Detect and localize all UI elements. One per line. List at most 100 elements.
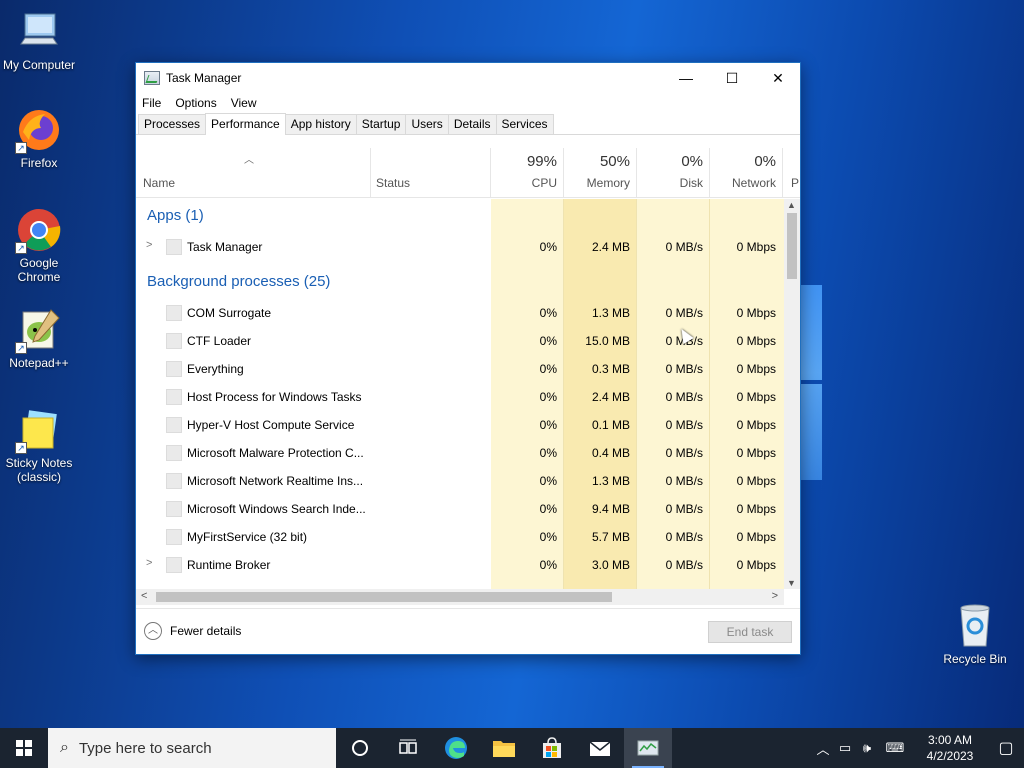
- column-header-more[interactable]: P: [783, 148, 800, 198]
- volume-icon[interactable]: 🕪: [856, 740, 878, 756]
- title-bar[interactable]: Task Manager — ☐ ✕: [136, 63, 800, 93]
- cpu-value: 0%: [539, 474, 557, 488]
- network-label: Network: [731, 176, 776, 190]
- memory-value: 2.4 MB: [591, 240, 630, 254]
- desktop-icon-chrome[interactable]: ↗ Google Chrome: [1, 206, 77, 284]
- memory-value: 0.3 MB: [591, 362, 630, 376]
- column-name-label: Name: [143, 176, 176, 190]
- search-placeholder: Type here to search: [78, 739, 212, 757]
- chevron-right-icon[interactable]: >: [146, 557, 152, 569]
- tab-startup[interactable]: Startup: [355, 114, 407, 134]
- desktop-icon-recycle-bin[interactable]: Recycle Bin: [937, 602, 1013, 666]
- table-row[interactable]: MyFirstService (32 bit) 0% 5.7 MB 0 MB/s…: [136, 523, 784, 551]
- network-value: 0 Mbps: [736, 240, 776, 254]
- menu-view[interactable]: View: [231, 96, 257, 110]
- network-value: 0 Mbps: [736, 334, 776, 348]
- minimize-button[interactable]: —: [663, 63, 709, 93]
- desktop-icon-sticky-notes[interactable]: ↗ Sticky Notes (classic): [1, 406, 77, 484]
- table-row[interactable]: Microsoft Malware Protection C... 0% 0.4…: [136, 439, 784, 467]
- process-name: Runtime Broker: [187, 558, 271, 572]
- taskbar-task-manager[interactable]: [624, 728, 672, 768]
- tab-performance[interactable]: Performance: [205, 113, 286, 135]
- keyboard-icon[interactable]: ⌨: [878, 740, 912, 756]
- column-header-memory[interactable]: 50% Memory: [564, 148, 637, 198]
- table-row[interactable]: Host Process for Windows Tasks 0% 2.4 MB…: [136, 383, 784, 411]
- network-value: 0 Mbps: [736, 418, 776, 432]
- scroll-up-icon[interactable]: ▲: [787, 200, 796, 210]
- taskbar: ⌕ Type here to search ︿ ▭ 🕪 ⌨ 3:00 AM 4/…: [0, 728, 1024, 768]
- column-header-network[interactable]: 0% Network: [710, 148, 783, 198]
- close-button[interactable]: ✕: [755, 63, 801, 93]
- vertical-scrollbar[interactable]: ▲ ▼: [784, 199, 800, 589]
- taskbar-mail[interactable]: [576, 728, 624, 768]
- desktop-icon-firefox[interactable]: ↗ Firefox: [1, 106, 77, 170]
- taskbar-file-explorer[interactable]: [480, 728, 528, 768]
- network-value: 0 Mbps: [736, 502, 776, 516]
- table-row[interactable]: Hyper-V Host Compute Service 0% 0.1 MB 0…: [136, 411, 784, 439]
- column-header-status[interactable]: Status: [371, 148, 491, 198]
- desktop-icon-notepadpp[interactable]: ↗ Notepad++: [1, 306, 77, 370]
- scroll-right-icon[interactable]: >: [772, 590, 778, 602]
- end-task-button[interactable]: End task: [708, 621, 792, 643]
- task-manager-taskbar-icon: [637, 740, 659, 756]
- process-name: Hyper-V Host Compute Service: [187, 418, 355, 432]
- group-background-header[interactable]: Background processes (25): [147, 273, 330, 290]
- process-icon: [166, 239, 182, 255]
- process-list: Apps (1) > Task Manager 0% 2.4 MB 0 MB/s…: [136, 199, 784, 589]
- tab-services[interactable]: Services: [495, 114, 554, 134]
- taskbar-store[interactable]: [528, 728, 576, 768]
- process-icon: [166, 473, 182, 489]
- shortcut-arrow-icon: ↗: [15, 342, 27, 354]
- tab-details[interactable]: Details: [447, 114, 497, 134]
- start-button[interactable]: [0, 728, 48, 768]
- chevron-right-icon[interactable]: >: [146, 239, 152, 251]
- memory-value: 15.0 MB: [585, 334, 630, 348]
- fewer-details-button[interactable]: ︿ Fewer details: [144, 622, 241, 640]
- table-row[interactable]: Everything 0% 0.3 MB 0 MB/s 0 Mbps: [136, 355, 784, 383]
- cortana-button[interactable]: [336, 728, 384, 768]
- cpu-value: 0%: [539, 530, 557, 544]
- desktop-icon-my-computer[interactable]: My Computer: [1, 8, 77, 72]
- table-row[interactable]: > Runtime Broker 0% 3.0 MB 0 MB/s 0 Mbps: [136, 551, 784, 579]
- desktop-icon-label: My Computer: [2, 58, 76, 72]
- sort-up-icon: ︿: [244, 155, 254, 166]
- table-row[interactable]: Microsoft Network Realtime Ins... 0% 1.3…: [136, 467, 784, 495]
- column-header-cpu[interactable]: 99% CPU: [491, 148, 564, 198]
- menu-file[interactable]: File: [142, 96, 161, 110]
- scroll-left-icon[interactable]: <: [141, 590, 147, 602]
- clock[interactable]: 3:00 AM 4/2/2023: [912, 732, 988, 764]
- network-icon[interactable]: ▭: [834, 740, 856, 756]
- maximize-button[interactable]: ☐: [709, 63, 755, 93]
- chevron-up-tray-icon[interactable]: ︿: [812, 739, 834, 758]
- clock-date: 4/2/2023: [926, 749, 974, 763]
- chevron-up-icon: ︿: [144, 622, 162, 640]
- process-icon: [166, 501, 182, 517]
- horizontal-scroll-thumb[interactable]: [156, 592, 612, 602]
- table-row[interactable]: > Task Manager 0% 2.4 MB 0 MB/s 0 Mbps: [136, 233, 784, 261]
- process-name: Everything: [187, 362, 244, 376]
- vertical-scroll-thumb[interactable]: [787, 213, 797, 279]
- disk-value: 0 MB/s: [665, 530, 703, 544]
- process-icon: [166, 305, 182, 321]
- memory-value: 5.7 MB: [591, 530, 630, 544]
- group-apps-header[interactable]: Apps (1): [147, 207, 204, 224]
- disk-value: 0 MB/s: [665, 362, 703, 376]
- horizontal-scrollbar[interactable]: < >: [136, 589, 784, 605]
- tab-users[interactable]: Users: [405, 114, 449, 134]
- network-value: 0 Mbps: [736, 362, 776, 376]
- column-header-disk[interactable]: 0% Disk: [637, 148, 710, 198]
- scroll-down-icon[interactable]: ▼: [787, 578, 796, 588]
- process-name: Task Manager: [187, 240, 263, 254]
- recycle-bin-icon: [951, 602, 999, 650]
- taskbar-search-box[interactable]: ⌕ Type here to search: [48, 728, 336, 768]
- notification-icon[interactable]: ▢: [988, 738, 1024, 758]
- tab-app-history[interactable]: App history: [284, 114, 357, 134]
- column-header-name[interactable]: ︿ Name: [136, 148, 371, 198]
- task-view-button[interactable]: [384, 728, 432, 768]
- table-row[interactable]: COM Surrogate 0% 1.3 MB 0 MB/s 0 Mbps: [136, 299, 784, 327]
- taskbar-edge[interactable]: [432, 728, 480, 768]
- tab-processes[interactable]: Processes: [138, 114, 207, 134]
- menu-options[interactable]: Options: [175, 96, 216, 110]
- table-row[interactable]: Microsoft Windows Search Inde... 0% 9.4 …: [136, 495, 784, 523]
- network-percent: 0%: [754, 153, 776, 170]
